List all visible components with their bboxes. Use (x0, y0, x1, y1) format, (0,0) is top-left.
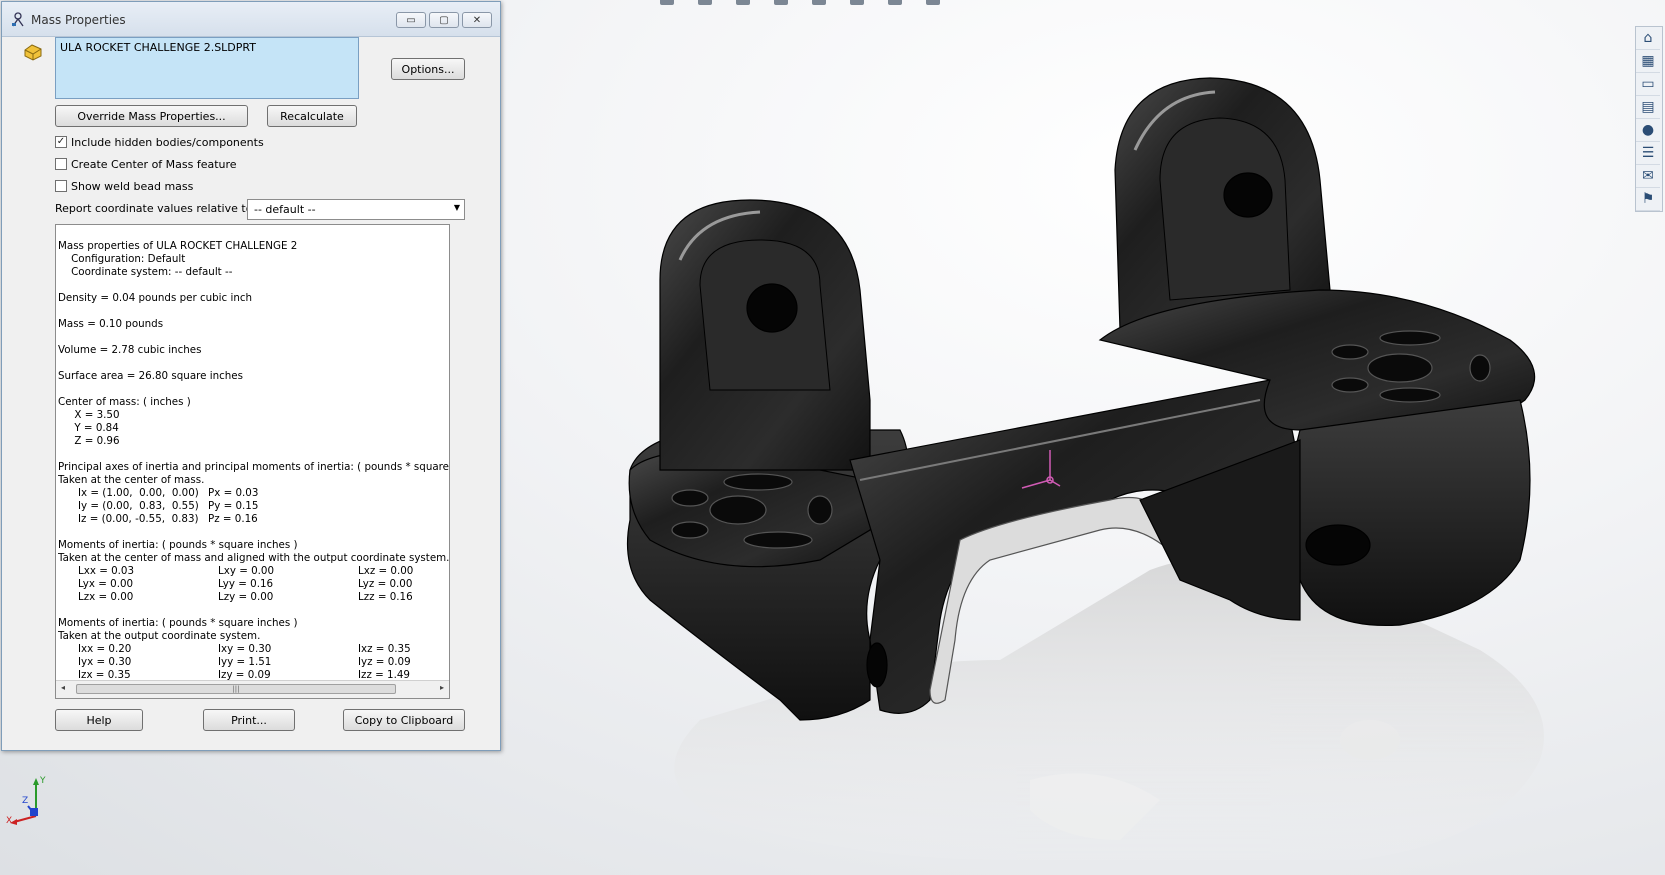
part-icon (24, 44, 42, 61)
report-volume: Volume = 2.78 cubic inches (58, 344, 202, 356)
weld-bead-checkbox-row[interactable]: Show weld bead mass (55, 178, 193, 194)
design-library-icon[interactable]: ▤ (1636, 96, 1660, 119)
properties-icon[interactable]: ☰ (1636, 142, 1660, 165)
scrollbar-grip-icon: ||| (232, 685, 240, 693)
coordinate-system-select[interactable]: -- default -- ▼ (247, 199, 465, 220)
report-com-title: Center of mass: ( inches ) (58, 396, 191, 408)
dialog-title: Mass Properties (31, 13, 126, 27)
view-palette-icon[interactable]: ⚑ (1636, 188, 1660, 211)
report-mass: Mass = 0.10 pounds (58, 318, 164, 330)
coordinate-system-label: Report coordinate values relative to: (55, 202, 257, 215)
report-moi-out-sub: Taken at the output coordinate system. (58, 630, 261, 642)
scrollbar-thumb[interactable]: ||| (76, 684, 396, 694)
scroll-left-icon[interactable]: ◂ (61, 683, 65, 692)
report-moi-com-title: Moments of inertia: ( pounds * square in… (58, 539, 298, 551)
report-principal-title: Principal axes of inertia and principal … (58, 461, 449, 473)
axis-y-label: Y (40, 776, 46, 786)
override-mass-properties-button[interactable]: Override Mass Properties... (55, 105, 248, 127)
report-configuration: Configuration: Default (58, 253, 186, 265)
folder-icon[interactable]: ▭ (1636, 73, 1660, 96)
mass-properties-report[interactable]: Mass properties of ULA ROCKET CHALLENGE … (55, 224, 450, 699)
weld-bead-label: Show weld bead mass (71, 179, 194, 193)
report-moi-com-sub: Taken at the center of mass and aligned … (58, 552, 449, 564)
help-button[interactable]: Help (55, 709, 143, 731)
center-of-mass-feature-checkbox[interactable] (55, 158, 67, 170)
principal-iz: Iz = (0.00, -0.55, 0.83) (78, 513, 199, 525)
report-com-z: Z = 0.96 (58, 435, 120, 447)
task-pane-tabs: ⌂ ▦ ▭ ▤ ● ☰ ✉ ⚑ (1635, 26, 1663, 212)
moi-out-table: Ixx = 0.20 Ixy = 0.30 Ixz = 0.35 Iyx = 0.30… (78, 643, 411, 680)
principal-ix: Ix = (1.00, 0.00, 0.00) (78, 487, 199, 499)
include-hidden-checkbox-row[interactable]: ✓ Include hidden bodies/components (55, 134, 264, 150)
report-principal-sub: Taken at the center of mass. (58, 474, 205, 486)
dialog-titlebar[interactable]: Mass Properties ▭ ▢ ✕ (2, 2, 500, 37)
center-of-mass-feature-label: Create Center of Mass feature (71, 157, 237, 171)
recalculate-button[interactable]: Recalculate (267, 105, 357, 127)
center-of-mass-feature-checkbox-row[interactable]: Create Center of Mass feature (55, 156, 237, 172)
report-density: Density = 0.04 pounds per cubic inch (58, 292, 253, 304)
print-button[interactable]: Print... (203, 709, 295, 731)
include-hidden-checkbox[interactable]: ✓ (55, 136, 67, 148)
report-com-y: Y = 0.84 (58, 422, 119, 434)
restore-button[interactable]: ▢ (429, 12, 459, 28)
selected-items-list[interactable]: ULA ROCKET CHALLENGE 2.SLDPRT (55, 37, 359, 99)
principal-px: Px = 0.03 (208, 487, 259, 499)
principal-py: Py = 0.15 (208, 500, 259, 512)
report-header: Mass properties of ULA ROCKET CHALLENGE … (58, 240, 298, 252)
weld-bead-checkbox[interactable] (55, 180, 67, 192)
forum-icon[interactable]: ✉ (1636, 165, 1660, 188)
principal-pz: Pz = 0.16 (208, 513, 258, 525)
coordinate-system-value: -- default -- (254, 203, 316, 216)
appearance-icon[interactable]: ● (1636, 119, 1660, 142)
scroll-right-icon[interactable]: ▸ (440, 683, 444, 692)
axis-x-label: X (6, 816, 13, 826)
copy-to-clipboard-button[interactable]: Copy to Clipboard (343, 709, 465, 731)
3d-view-icon[interactable]: ▦ (1636, 50, 1660, 73)
report-text: Mass properties of ULA ROCKET CHALLENGE … (58, 227, 449, 680)
reference-triad: Y X Z (6, 776, 54, 828)
include-hidden-label: Include hidden bodies/components (71, 135, 264, 149)
mass-properties-dialog: Mass Properties ▭ ▢ ✕ ULA ROCKET CHALLEN… (1, 1, 501, 751)
moi-com-table: Lxx = 0.03 Lxy = 0.00 Lxz = 0.00 Lyx = 0.00… (78, 565, 414, 603)
principal-axes-table: Ix = (1.00, 0.00, 0.00) Px = 0.03 Iy = (0.… (58, 487, 449, 526)
minimize-button[interactable]: ▭ (396, 12, 426, 28)
report-coordinate-system: Coordinate system: -- default -- (58, 266, 233, 278)
close-button[interactable]: ✕ (462, 12, 492, 28)
report-surface-area: Surface area = 26.80 square inches (58, 370, 244, 382)
report-horizontal-scrollbar[interactable]: ◂ ||| ▸ (56, 680, 449, 698)
axis-z-label: Z (22, 796, 29, 806)
selected-item[interactable]: ULA ROCKET CHALLENGE 2.SLDPRT (60, 41, 354, 54)
chevron-down-icon[interactable]: ▼ (454, 203, 460, 212)
home-icon[interactable]: ⌂ (1636, 27, 1660, 50)
mass-properties-icon (12, 12, 24, 27)
report-moi-out-title: Moments of inertia: ( pounds * square in… (58, 617, 298, 629)
principal-iy: Iy = (0.00, 0.83, 0.55) (78, 500, 199, 512)
report-com-x: X = 3.50 (58, 409, 120, 421)
options-button[interactable]: Options... (391, 58, 465, 80)
